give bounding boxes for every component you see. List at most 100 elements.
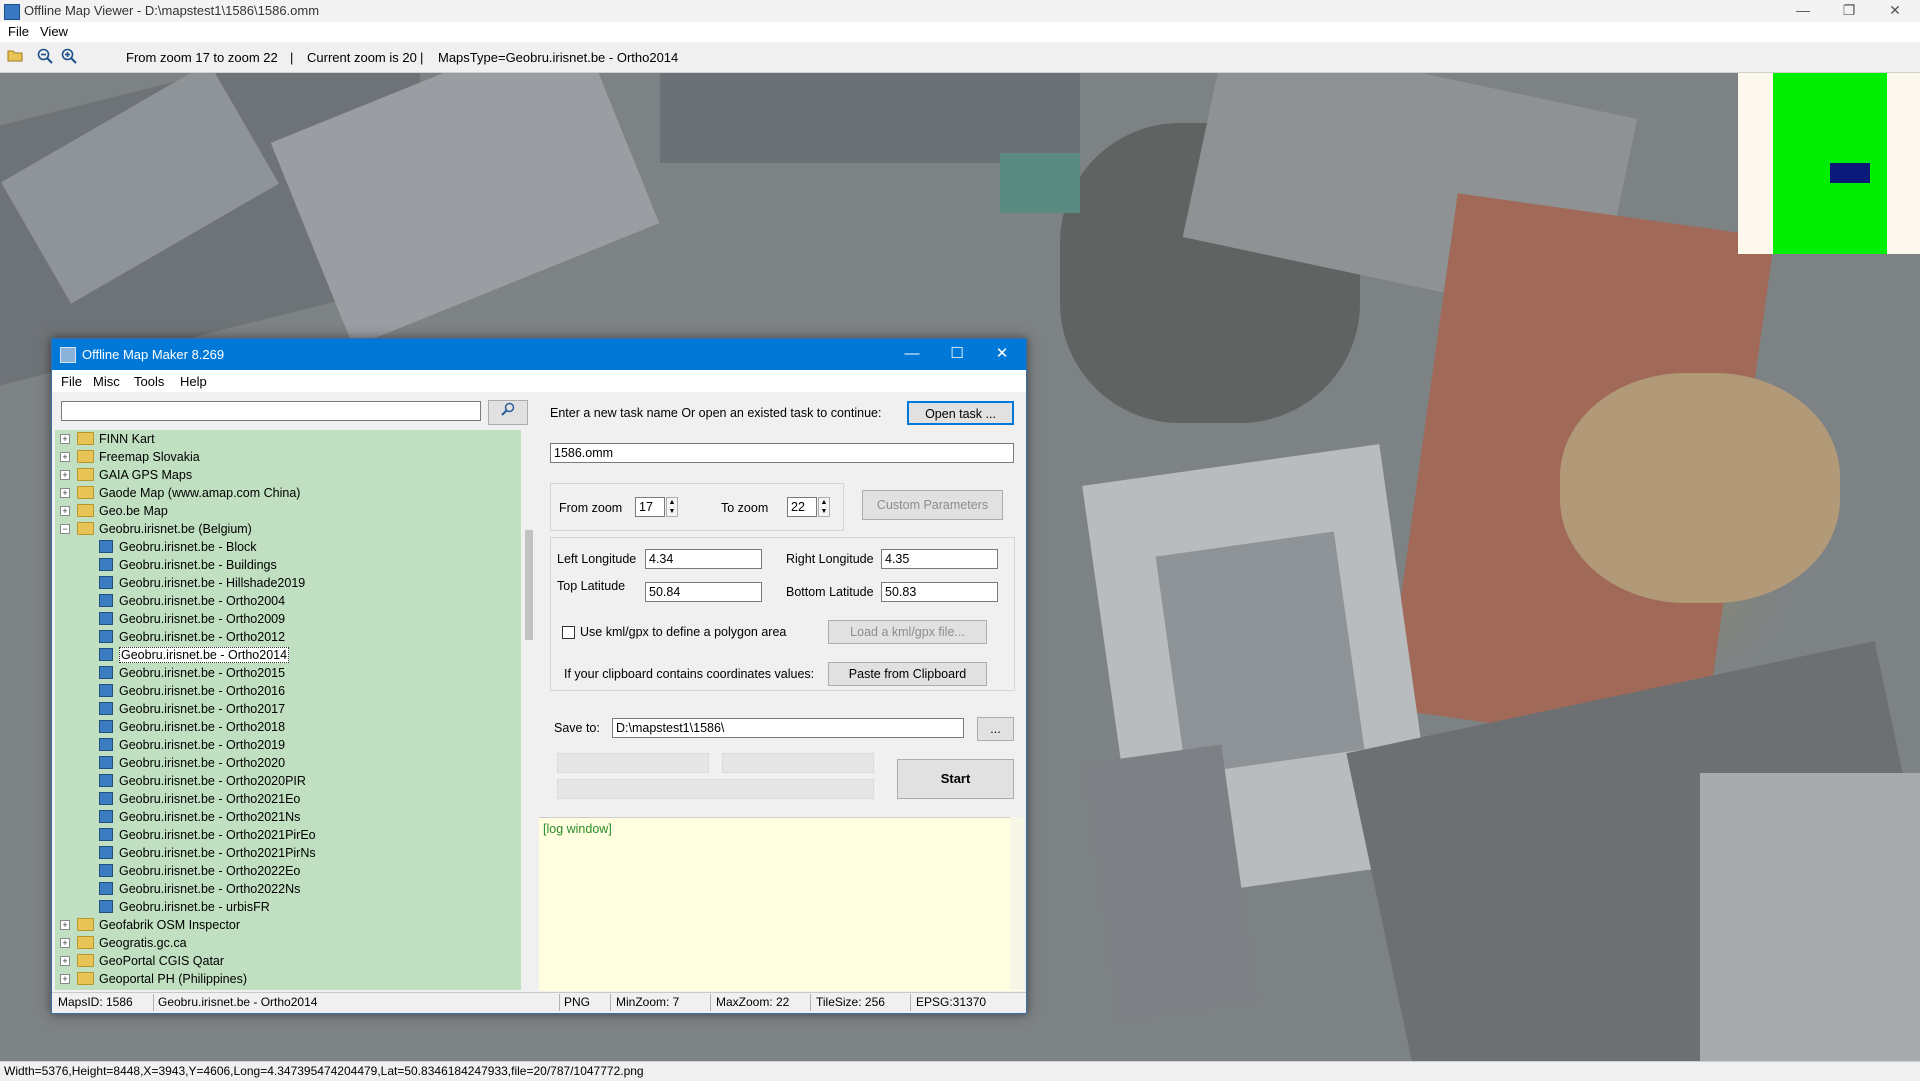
max-zoom-status: MaxZoom: 22: [716, 995, 790, 1009]
left-longitude-field[interactable]: 4.34: [645, 549, 762, 569]
maker-menu-tools[interactable]: Tools: [134, 374, 164, 389]
folder-icon: [77, 450, 94, 463]
tree-map-item[interactable]: Geobru.irisnet.be - Ortho2021PirNs: [99, 844, 316, 862]
tree-scrollbar-thumb[interactable]: [525, 530, 533, 640]
right-longitude-field[interactable]: 4.35: [881, 549, 998, 569]
top-latitude-field[interactable]: 50.84: [645, 582, 762, 602]
log-scrollbar[interactable]: [1010, 817, 1024, 990]
load-kml-button[interactable]: Load a kml/gpx file...: [828, 620, 987, 644]
tree-map-item[interactable]: Geobru.irisnet.be - Ortho2009: [99, 610, 285, 628]
custom-parameters-button[interactable]: Custom Parameters: [862, 490, 1003, 520]
tree-map-item[interactable]: Geobru.irisnet.be - Ortho2017: [99, 700, 285, 718]
tree-folder-item[interactable]: + Geogratis.gc.ca: [60, 934, 187, 952]
search-button[interactable]: [488, 400, 528, 425]
viewer-title: Offline Map Viewer - D:\mapstest1\1586\1…: [24, 3, 320, 18]
tree-item-label: Geobru.irisnet.be - Ortho2016: [119, 684, 286, 698]
from-zoom-stepper[interactable]: ▲ ▼: [666, 497, 678, 517]
tree-map-item[interactable]: Geobru.irisnet.be - Ortho2015: [99, 664, 285, 682]
to-zoom-label: To zoom: [721, 501, 769, 515]
paste-clipboard-button[interactable]: Paste from Clipboard: [828, 662, 987, 686]
map-maker-app-icon: [60, 347, 76, 363]
zoom-out-icon[interactable]: [36, 48, 54, 66]
tree-folder-item[interactable]: + Geo.be Map: [60, 502, 168, 520]
tree-folder-item[interactable]: + Geofabrik OSM Inspector: [60, 916, 241, 934]
expand-icon[interactable]: +: [60, 488, 70, 498]
tree-item-label: Geofabrik OSM Inspector: [99, 918, 241, 932]
tree-map-item[interactable]: Geobru.irisnet.be - Hillshade2019: [99, 574, 305, 592]
tree-folder-item[interactable]: + Freemap Slovakia: [60, 448, 200, 466]
menu-view[interactable]: View: [40, 24, 68, 39]
tree-folder-item[interactable]: + GeoPortal CGIS Qatar: [60, 952, 224, 970]
tree-folder-item[interactable]: − Geobru.irisnet.be (Belgium): [60, 520, 252, 538]
progress-bar-3: [557, 779, 874, 799]
tree-folder-item[interactable]: + Geoportal PH (Philippines): [60, 970, 247, 988]
close-button[interactable]: ✕: [1872, 0, 1918, 22]
maker-menu-help[interactable]: Help: [180, 374, 207, 389]
tree-map-item[interactable]: Geobru.irisnet.be - Ortho2004: [99, 592, 285, 610]
tree-folder-item[interactable]: + FINN Kart: [60, 430, 155, 448]
collapse-icon[interactable]: −: [60, 524, 70, 534]
to-zoom-field[interactable]: 22: [787, 497, 817, 517]
tree-folder-item[interactable]: + Gaode Map (www.amap.com China): [60, 484, 300, 502]
open-folder-icon[interactable]: [6, 48, 24, 66]
zoom-in-icon[interactable]: [60, 48, 78, 66]
expand-icon[interactable]: +: [60, 434, 70, 444]
tree-map-item[interactable]: Geobru.irisnet.be - Buildings: [99, 556, 277, 574]
viewer-app-icon: [4, 4, 20, 20]
tree-map-item[interactable]: Geobru.irisnet.be - Ortho2016: [99, 682, 285, 700]
tree-item-label: Geobru.irisnet.be - Ortho2018: [119, 720, 286, 734]
tree-map-item[interactable]: Geobru.irisnet.be - Ortho2022Eo: [99, 862, 300, 880]
maker-close-button[interactable]: ✕: [982, 343, 1022, 365]
tree-map-item[interactable]: Geobru.irisnet.be - Ortho2018: [99, 718, 285, 736]
to-zoom-stepper[interactable]: ▲ ▼: [818, 497, 830, 517]
minimap[interactable]: [1738, 73, 1920, 254]
log-window[interactable]: [log window]: [539, 817, 1024, 991]
from-zoom-field[interactable]: 17: [635, 497, 665, 517]
tree-map-item[interactable]: Geobru.irisnet.be - Ortho2012: [99, 628, 285, 646]
expand-icon[interactable]: +: [60, 470, 70, 480]
map-maker-titlebar[interactable]: Offline Map Maker 8.269 — ☐ ✕: [52, 339, 1026, 370]
folder-icon: [77, 954, 94, 967]
expand-icon[interactable]: +: [60, 956, 70, 966]
toolbar-separator: |: [420, 50, 424, 65]
map-search-input[interactable]: [61, 401, 481, 421]
map-layer-icon: [99, 576, 113, 589]
task-name-field[interactable]: 1586.omm: [550, 443, 1014, 463]
minimize-button[interactable]: —: [1780, 0, 1826, 22]
map-source-tree[interactable]: + FINN Kart + Freemap Slovakia + GAIA GPS Map…: [55, 430, 521, 990]
map-layer-icon: [99, 558, 113, 571]
start-button[interactable]: Start: [897, 759, 1014, 799]
tree-map-item[interactable]: Geobru.irisnet.be - urbisFR: [99, 898, 270, 916]
folder-icon: [77, 486, 94, 499]
restore-button[interactable]: ❐: [1826, 0, 1872, 22]
maker-maximize-button[interactable]: ☐: [937, 343, 977, 365]
tree-map-item[interactable]: Geobru.irisnet.be - Ortho2022Ns: [99, 880, 300, 898]
tree-map-item[interactable]: Geobru.irisnet.be - Ortho2021Eo: [99, 790, 300, 808]
save-to-label: Save to:: [554, 721, 600, 735]
tree-map-item[interactable]: Geobru.irisnet.be - Ortho2019: [99, 736, 285, 754]
expand-icon[interactable]: +: [60, 506, 70, 516]
tree-map-item[interactable]: Geobru.irisnet.be - Ortho2014: [99, 646, 290, 664]
tree-scrollbar[interactable]: [522, 430, 536, 990]
tree-folder-item[interactable]: + GAIA GPS Maps: [60, 466, 192, 484]
expand-icon[interactable]: +: [60, 920, 70, 930]
tree-map-item[interactable]: Geobru.irisnet.be - Ortho2021PirEo: [99, 826, 316, 844]
kml-checkbox[interactable]: [562, 626, 575, 639]
tree-map-item[interactable]: Geobru.irisnet.be - Block: [99, 538, 257, 556]
expand-icon[interactable]: +: [60, 452, 70, 462]
maker-menu-misc[interactable]: Misc: [93, 374, 120, 389]
expand-icon[interactable]: +: [60, 938, 70, 948]
tree-map-item[interactable]: Geobru.irisnet.be - Ortho2021Ns: [99, 808, 300, 826]
maker-minimize-button[interactable]: —: [892, 343, 932, 365]
folder-icon: [77, 432, 94, 445]
browse-button[interactable]: ...: [977, 717, 1014, 741]
maker-menu-file[interactable]: File: [61, 374, 82, 389]
tree-item-label: Geobru.irisnet.be - Ortho2021Eo: [119, 792, 301, 806]
menu-file[interactable]: File: [8, 24, 29, 39]
tree-map-item[interactable]: Geobru.irisnet.be - Ortho2020: [99, 754, 285, 772]
save-path-field[interactable]: D:\mapstest1\1586\: [612, 718, 964, 738]
tree-map-item[interactable]: Geobru.irisnet.be - Ortho2020PIR: [99, 772, 306, 790]
bottom-latitude-field[interactable]: 50.83: [881, 582, 998, 602]
expand-icon[interactable]: +: [60, 974, 70, 984]
open-task-button[interactable]: Open task ...: [907, 401, 1014, 425]
